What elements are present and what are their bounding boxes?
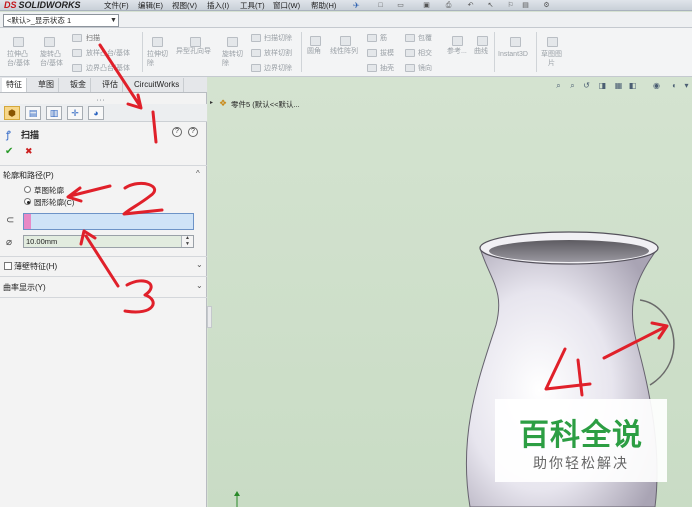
watermark-title: 百科全说 [519, 418, 643, 453]
watermark-subtitle: 助你轻松解决 [533, 456, 629, 472]
